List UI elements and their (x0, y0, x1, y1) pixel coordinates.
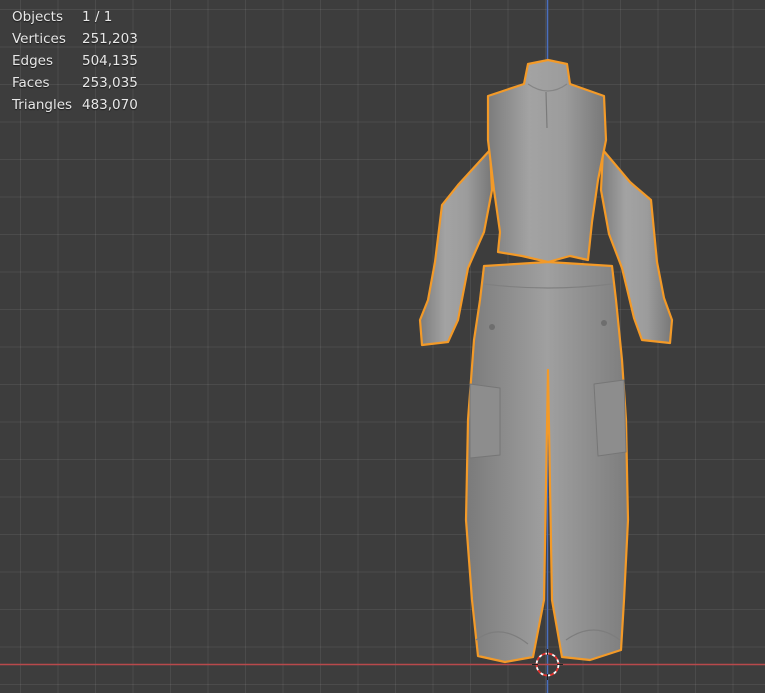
stat-label-vertices: Vertices (12, 31, 66, 47)
stat-label-faces: Faces (12, 75, 50, 91)
statistics-overlay: Objects 1 / 1 Vertices 251,203 Edges 504… (12, 8, 138, 115)
stat-value-objects: 1 / 1 (82, 9, 113, 25)
outfit-mesh[interactable] (418, 58, 674, 664)
right-cargo-pocket (593, 379, 627, 457)
left-cargo-pocket (469, 383, 501, 459)
stat-value-faces: 253,035 (82, 75, 138, 91)
stat-value-vertices: 251,203 (82, 31, 138, 47)
stat-value-edges: 504,135 (82, 53, 138, 69)
left-button (489, 324, 495, 330)
stat-label-edges: Edges (12, 53, 54, 69)
stat-label-triangles: Triangles (12, 97, 73, 113)
jacket-torso[interactable] (486, 58, 608, 264)
right-button (601, 320, 607, 326)
3d-viewport[interactable]: Objects 1 / 1 Vertices 251,203 Edges 504… (0, 0, 765, 693)
stat-value-triangles: 483,070 (82, 97, 138, 113)
stat-label-objects: Objects (12, 9, 64, 25)
